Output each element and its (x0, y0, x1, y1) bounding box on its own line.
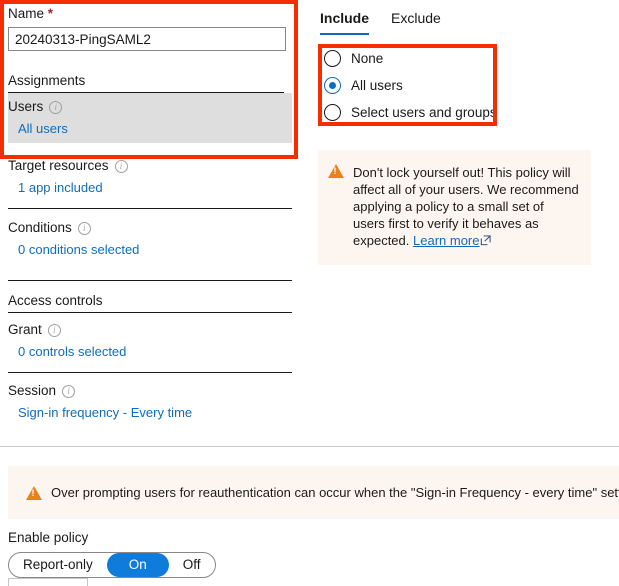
info-icon[interactable]: i (62, 385, 75, 398)
divider-access-controls (8, 312, 292, 313)
session-row-label: Session i (8, 382, 292, 400)
clipped-bottom-button[interactable] (8, 578, 88, 586)
warning-triangle-icon (26, 486, 42, 500)
tab-exclude[interactable]: Exclude (391, 10, 441, 35)
toggle-option-on[interactable]: On (107, 553, 169, 577)
learn-more-link[interactable]: Learn more (413, 233, 479, 248)
tab-include[interactable]: Include (320, 10, 369, 35)
divider-grant (8, 372, 292, 373)
grant-row-value[interactable]: 0 controls selected (8, 344, 292, 360)
external-link-icon[interactable] (480, 233, 491, 244)
policy-editor-panel: Name * Assignments Users i All users Tar… (0, 0, 619, 586)
assignments-section: Assignments (0, 73, 284, 93)
enable-policy-group: Enable policy Report-only On Off (8, 530, 216, 578)
radio-label-select-users-and-groups: Select users and groups (351, 105, 497, 120)
users-row-label: Users i (8, 98, 292, 116)
scope-radio-group: None All users Select users and groups (318, 35, 619, 126)
divider-target-resources (8, 208, 292, 209)
session-label-text: Session (8, 382, 56, 400)
left-column: Name * Assignments Users i All users Tar… (0, 0, 300, 421)
divider-full-width (0, 446, 619, 447)
access-controls-section: Access controls (8, 293, 292, 313)
conditions-row-value[interactable]: 0 conditions selected (8, 242, 292, 258)
radio-option-all-users[interactable]: All users (324, 72, 619, 99)
info-icon[interactable]: i (48, 324, 61, 337)
grant-label-text: Grant (8, 321, 42, 339)
info-icon[interactable]: i (49, 101, 62, 114)
radio-icon[interactable] (324, 104, 341, 121)
divider-conditions (8, 280, 292, 281)
conditions-label-text: Conditions (8, 219, 72, 237)
warning-triangle-icon (328, 164, 344, 178)
control-row-session[interactable]: Session i Sign-in frequency - Every time (8, 382, 292, 421)
radio-icon[interactable] (324, 50, 341, 67)
enable-policy-label: Enable policy (8, 530, 216, 546)
assignments-heading: Assignments (8, 73, 284, 92)
info-icon[interactable]: i (78, 222, 91, 235)
assignment-row-conditions[interactable]: Conditions i 0 conditions selected (8, 219, 292, 281)
include-exclude-tabs: Include Exclude (318, 0, 619, 35)
radio-label-all-users: All users (351, 78, 403, 93)
enable-policy-toggle[interactable]: Report-only On Off (8, 552, 216, 578)
radio-icon-selected[interactable] (324, 77, 341, 94)
conditions-row-label: Conditions i (8, 219, 292, 237)
target-resources-row-value[interactable]: 1 app included (8, 180, 292, 196)
radio-option-none[interactable]: None (324, 45, 619, 72)
access-controls-heading: Access controls (8, 293, 292, 312)
name-label-text: Name (8, 6, 44, 21)
name-label: Name * (8, 6, 300, 22)
name-field-group: Name * (0, 0, 300, 22)
session-row-value[interactable]: Sign-in frequency - Every time (8, 405, 292, 421)
toggle-option-report-only[interactable]: Report-only (9, 553, 107, 577)
policy-name-input[interactable] (8, 27, 286, 51)
toggle-option-off[interactable]: Off (169, 553, 215, 577)
sign-in-frequency-warning-text: Over prompting users for reauthenticatio… (51, 484, 619, 501)
users-row-value[interactable]: All users (8, 121, 292, 137)
sign-in-frequency-warning-banner: Over prompting users for reauthenticatio… (8, 466, 619, 519)
assignment-row-users[interactable]: Users i All users (8, 93, 292, 143)
required-asterisk: * (48, 6, 53, 21)
target-resources-label-text: Target resources (8, 157, 109, 175)
grant-row-label: Grant i (8, 321, 292, 339)
assignment-row-target-resources[interactable]: Target resources i 1 app included (8, 157, 292, 209)
lockout-warning-banner: Don't lock yourself out! This policy wil… (318, 150, 591, 265)
info-icon[interactable]: i (115, 160, 128, 173)
lockout-warning-text-wrap: Don't lock yourself out! This policy wil… (353, 164, 579, 249)
users-label-text: Users (8, 98, 43, 116)
control-row-grant[interactable]: Grant i 0 controls selected (8, 321, 292, 373)
right-column: Include Exclude None All users Select us… (318, 0, 619, 265)
radio-option-select-users-and-groups[interactable]: Select users and groups (324, 99, 619, 126)
target-resources-row-label: Target resources i (8, 157, 292, 175)
radio-label-none: None (351, 51, 383, 66)
